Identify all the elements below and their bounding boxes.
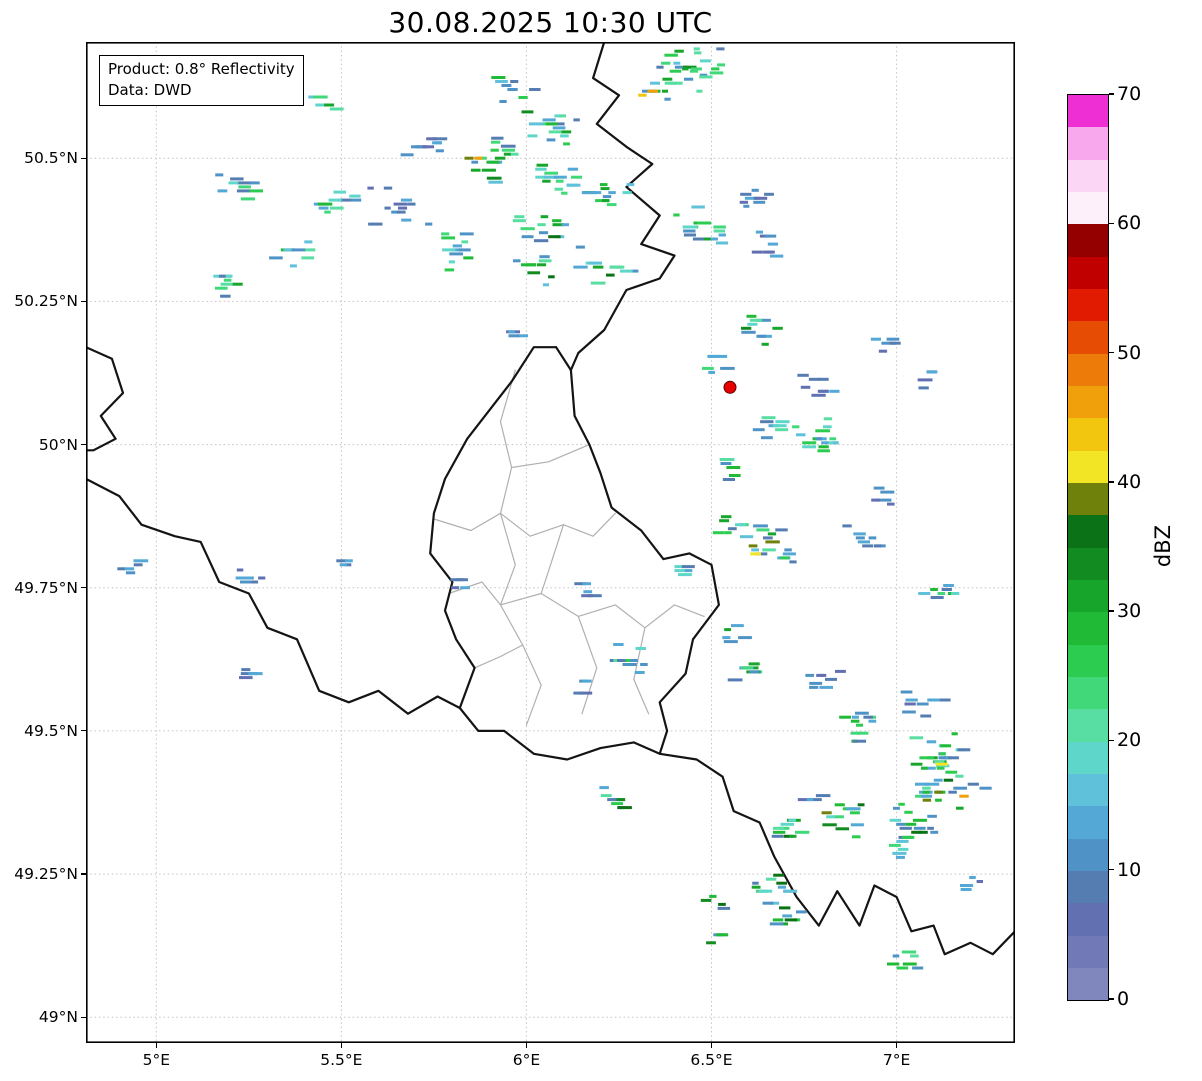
colorbar-label: dBZ (1151, 525, 1175, 567)
y-tick-mark (81, 1017, 86, 1018)
y-tick-mark (81, 158, 86, 159)
colorbar-tick-label: 50 (1117, 342, 1141, 364)
data-source-label: Data: DWD (108, 80, 295, 101)
colorbar-tick-mark (1109, 869, 1114, 870)
x-tick-label: 7°E (883, 1051, 910, 1069)
colorbar-segment (1068, 321, 1108, 353)
colorbar-tick-label: 40 (1117, 471, 1141, 493)
colorbar-segment (1068, 95, 1108, 127)
colorbar-segment (1068, 515, 1108, 547)
x-tick-mark (526, 1043, 527, 1048)
y-tick-label: 49°N (4, 1008, 78, 1026)
colorbar-tick-mark (1109, 93, 1114, 94)
colorbar-tick-mark (1109, 998, 1114, 999)
y-tick-label: 49.75°N (4, 579, 78, 597)
colorbar-segment (1068, 160, 1108, 192)
map-canvas (86, 42, 1015, 1047)
colorbar-segment (1068, 936, 1108, 968)
y-tick-label: 49.25°N (4, 865, 78, 883)
y-tick-label: 50°N (4, 436, 78, 454)
colorbar-segment (1068, 742, 1108, 774)
colorbar-tick-label: 60 (1117, 212, 1141, 234)
colorbar-tick-label: 20 (1117, 729, 1141, 751)
colorbar-tick-label: 70 (1117, 83, 1141, 105)
colorbar-tick-mark (1109, 610, 1114, 611)
colorbar-segment (1068, 192, 1108, 224)
x-tick-mark (711, 1043, 712, 1048)
colorbar-segment (1068, 257, 1108, 289)
x-tick-mark (896, 1043, 897, 1048)
colorbar-segment (1068, 839, 1108, 871)
colorbar-segment (1068, 645, 1108, 677)
x-tick-label: 6.5°E (690, 1051, 732, 1069)
colorbar-tick-label: 0 (1117, 988, 1129, 1010)
x-tick-mark (156, 1043, 157, 1048)
colorbar-tick-mark (1109, 352, 1114, 353)
colorbar-segment (1068, 580, 1108, 612)
colorbar-segment (1068, 903, 1108, 935)
x-tick-mark (341, 1043, 342, 1048)
colorbar-segment (1068, 289, 1108, 321)
colorbar-segment (1068, 806, 1108, 838)
colorbar (1067, 94, 1109, 1001)
colorbar-segment (1068, 483, 1108, 515)
colorbar-segment (1068, 224, 1108, 256)
x-tick-label: 5°E (143, 1051, 170, 1069)
colorbar-segment (1068, 127, 1108, 159)
radar-figure: 30.08.2025 10:30 UTC Product: 0.8° Refle… (0, 0, 1202, 1081)
colorbar-segment (1068, 451, 1108, 483)
colorbar-segment (1068, 386, 1108, 418)
map-plot (86, 42, 1015, 1043)
colorbar-tick-mark (1109, 740, 1114, 741)
x-tick-label: 5.5°E (320, 1051, 362, 1069)
product-info-box: Product: 0.8° Reflectivity Data: DWD (99, 55, 304, 106)
product-label: Product: 0.8° Reflectivity (108, 59, 295, 80)
colorbar-segment (1068, 548, 1108, 580)
y-tick-label: 50.25°N (4, 292, 78, 310)
y-tick-label: 50.5°N (4, 149, 78, 167)
y-tick-mark (81, 730, 86, 731)
colorbar-segment (1068, 968, 1108, 1000)
colorbar-segment (1068, 612, 1108, 644)
y-tick-mark (81, 587, 86, 588)
y-tick-label: 49.5°N (4, 722, 78, 740)
y-tick-mark (81, 444, 86, 445)
colorbar-tick-label: 30 (1117, 600, 1141, 622)
colorbar-tick-label: 10 (1117, 859, 1141, 881)
colorbar-segment (1068, 709, 1108, 741)
radar-site-marker (724, 381, 736, 393)
colorbar-tick-mark (1109, 223, 1114, 224)
y-tick-mark (81, 873, 86, 874)
colorbar-tick-mark (1109, 481, 1114, 482)
y-tick-mark (81, 301, 86, 302)
colorbar-segment (1068, 418, 1108, 450)
x-tick-label: 6°E (513, 1051, 540, 1069)
colorbar-segment (1068, 871, 1108, 903)
colorbar-segment (1068, 677, 1108, 709)
colorbar-segment (1068, 774, 1108, 806)
figure-title: 30.08.2025 10:30 UTC (86, 6, 1015, 39)
colorbar-segment (1068, 354, 1108, 386)
